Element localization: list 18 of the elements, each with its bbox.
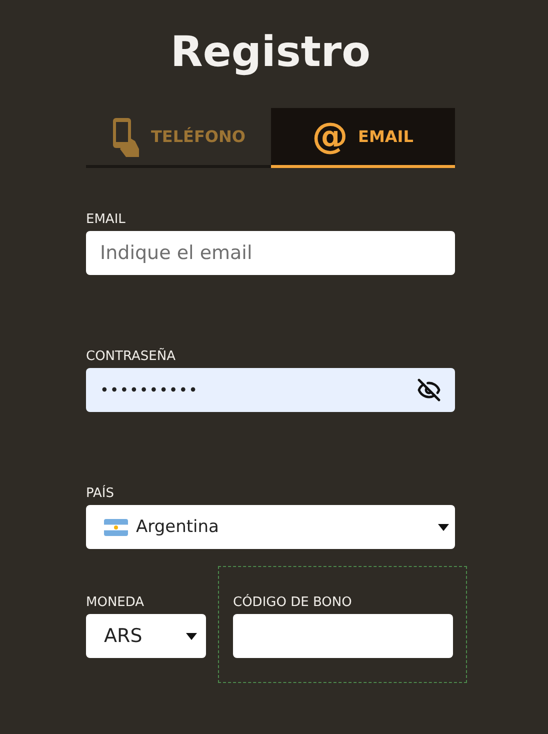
field-label: CÓDIGO DE BONO (233, 595, 353, 610)
field-label: CONTRASEÑA (86, 349, 176, 364)
hide-password-icon[interactable] (417, 378, 441, 402)
caret-icon (186, 632, 197, 640)
caret-icon (438, 524, 449, 530)
currency-select[interactable]: ARS (86, 614, 206, 658)
tab[interactable]: @ EMAIL (270, 108, 455, 168)
at-sign-icon: @ (312, 118, 348, 154)
password-field[interactable]: •••••••••• (86, 368, 455, 412)
email-field[interactable]: Indique el email (86, 231, 455, 275)
page-title: Registro (170, 26, 370, 78)
field-label: EMAIL (86, 212, 126, 227)
phone-in-hand-icon (111, 116, 141, 156)
flag-icon (104, 518, 128, 536)
bonus-code-field[interactable] (233, 614, 453, 658)
field-label: MONEDA (86, 595, 146, 610)
country-select[interactable]: Argentina (86, 505, 455, 549)
field-label: PAÍS (86, 486, 115, 501)
